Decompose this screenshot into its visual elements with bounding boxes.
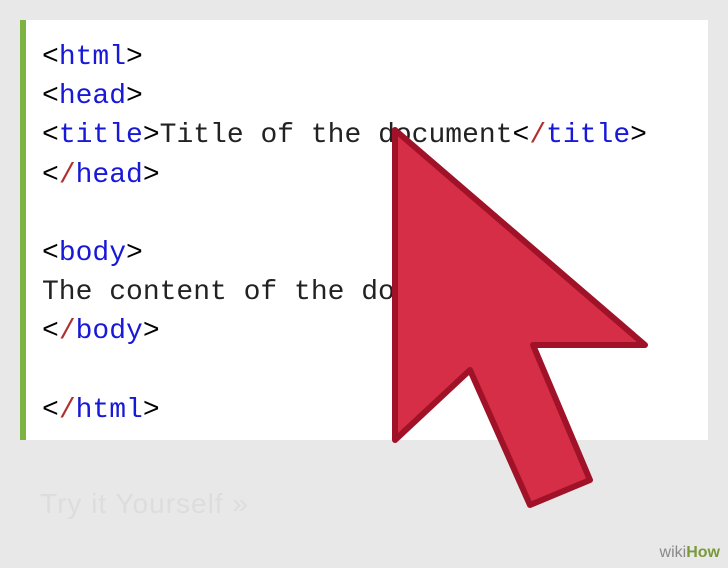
faded-caption: Try it Yourself » — [40, 488, 249, 520]
line-title: <title>Title of the document</title> — [42, 116, 688, 155]
watermark: wikiHow — [660, 544, 720, 562]
line-head-open: <head> — [42, 77, 688, 116]
watermark-how: How — [686, 544, 720, 561]
watermark-wiki: wiki — [660, 544, 687, 561]
line-head-close: </head> — [42, 156, 688, 195]
code-panel: <html> <head> <title>Title of the docume… — [20, 20, 708, 440]
line-html-close: </html> — [42, 391, 688, 430]
line-body-text: The content of the document...... — [42, 273, 688, 312]
blank-line — [42, 352, 688, 391]
line-html-open: <html> — [42, 38, 688, 77]
line-body-close: </body> — [42, 312, 688, 351]
blank-line — [42, 195, 688, 234]
line-body-open: <body> — [42, 234, 688, 273]
